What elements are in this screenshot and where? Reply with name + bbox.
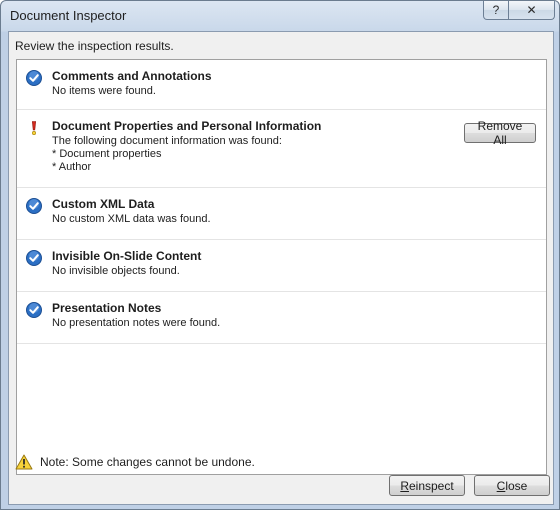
help-icon: ? [492, 3, 500, 17]
checkmark-icon [26, 70, 42, 86]
result-line: No invisible objects found. [52, 265, 180, 277]
window-title: Document Inspector [10, 8, 127, 23]
exclamation-icon [31, 121, 37, 136]
reinspect-accelerator: R [400, 478, 409, 493]
dialog-body: Review the inspection results. Comments … [8, 31, 554, 505]
close-label: lose [505, 478, 528, 493]
result-line: The following document information was f… [52, 135, 282, 147]
reinspect-button[interactable]: Reinspect [389, 475, 465, 496]
window-close-button[interactable]: ✕ [509, 1, 555, 20]
result-title: Document Properties and Personal Informa… [52, 119, 322, 133]
help-button[interactable]: ? [483, 1, 509, 20]
result-description: The following document information was f… [52, 135, 282, 174]
instruction-text: Review the inspection results. [15, 39, 174, 53]
close-icon: ✕ [526, 3, 537, 17]
result-comments: Comments and Annotations No items were f… [17, 60, 546, 110]
result-title: Invisible On-Slide Content [52, 249, 202, 263]
result-presentation-notes: Presentation Notes No presentation notes… [17, 292, 546, 344]
result-document-properties: Document Properties and Personal Informa… [17, 110, 546, 188]
note-text: Note: Some changes cannot be undone. [40, 455, 255, 469]
result-line: * Author [52, 161, 92, 173]
results-list: Comments and Annotations No items were f… [16, 59, 547, 475]
title-bar-buttons: ? ✕ [483, 1, 555, 21]
result-title: Comments and Annotations [52, 69, 212, 83]
close-accelerator: C [496, 478, 506, 493]
result-description: No presentation notes were found. [52, 317, 220, 330]
result-custom-xml: Custom XML Data No custom XML data was f… [17, 188, 546, 240]
result-line: No custom XML data was found. [52, 213, 211, 225]
result-description: No custom XML data was found. [52, 213, 211, 226]
warning-icon [15, 454, 33, 470]
checkmark-icon [26, 302, 42, 318]
reinspect-label: einspect [408, 478, 454, 493]
title-bar: Document Inspector ? ✕ [1, 1, 559, 31]
result-title: Presentation Notes [52, 301, 162, 315]
result-invisible-content: Invisible On-Slide Content No invisible … [17, 240, 546, 292]
result-description: No invisible objects found. [52, 265, 180, 278]
result-description: No items were found. [52, 85, 156, 98]
checkmark-icon [26, 198, 42, 214]
document-inspector-dialog: Document Inspector ? ✕ Review the inspec… [0, 0, 560, 510]
close-button[interactable]: Close [474, 475, 550, 496]
result-line: No presentation notes were found. [52, 317, 221, 329]
result-title: Custom XML Data [52, 197, 155, 211]
remove-all-button[interactable]: Remove All [464, 119, 536, 147]
result-line: No items were found. [52, 85, 156, 97]
checkmark-icon [26, 250, 42, 266]
result-line: * Document properties [52, 148, 162, 160]
